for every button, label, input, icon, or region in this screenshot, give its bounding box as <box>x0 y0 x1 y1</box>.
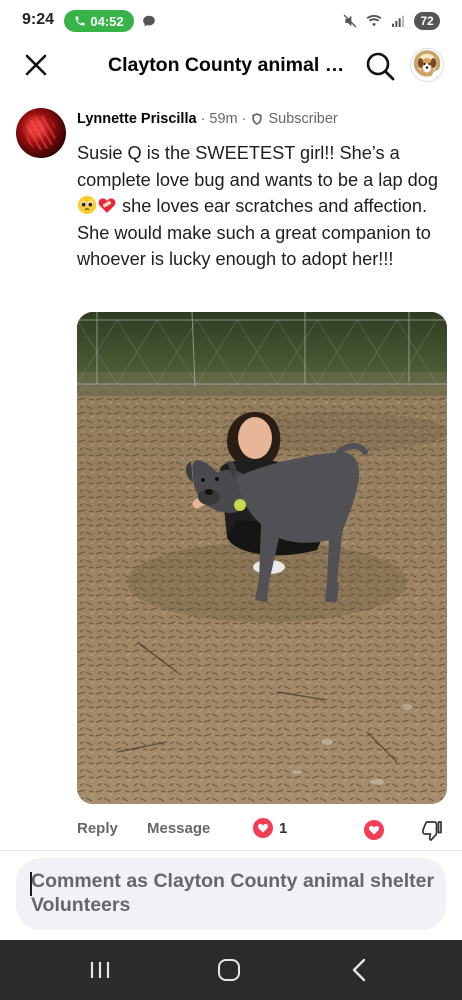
call-timer: 04:52 <box>90 13 124 29</box>
system-nav-bar <box>0 940 462 1000</box>
ongoing-call-pill[interactable]: 04:52 <box>64 10 134 32</box>
phone-icon <box>75 16 85 26</box>
love-reaction-icon <box>253 818 273 838</box>
heart-icon <box>368 825 380 835</box>
dog-photo-illustration <box>77 312 447 804</box>
reaction-summary[interactable]: 1 <box>253 818 287 838</box>
wifi-icon <box>366 15 382 27</box>
meta-separator: · <box>241 111 247 127</box>
status-bar: 9:24 04:52 72 <box>0 0 462 42</box>
commenter-avatar[interactable] <box>16 108 66 158</box>
divider <box>0 850 462 851</box>
comment-text-part-2: she loves ear scratches and affection. S… <box>77 196 431 269</box>
commenter-name[interactable]: Lynnette Priscilla <box>77 111 197 127</box>
comment-input-placeholder: Comment as Clayton County animal shelter… <box>31 870 435 916</box>
close-icon <box>25 54 47 76</box>
header: Clayton County animal shelter Volunteers… <box>0 42 462 90</box>
search-icon <box>366 52 395 81</box>
comment-photo[interactable] <box>77 312 447 804</box>
shield-icon <box>252 113 263 125</box>
mute-icon <box>343 14 357 28</box>
comment-text-part-1: Susie Q is the SWEETEST girl!! She’s a c… <box>77 143 438 190</box>
pleading-face-emoji <box>77 195 97 215</box>
love-button[interactable] <box>364 820 384 840</box>
status-icons: 72 <box>342 12 440 30</box>
back-icon[interactable] <box>350 958 368 982</box>
battery-indicator: 72 <box>414 12 440 30</box>
comment-actions: Reply Message 1 <box>77 818 447 842</box>
thumbs-down-icon[interactable] <box>420 818 444 842</box>
recent-apps-icon[interactable] <box>88 960 112 980</box>
message-button[interactable]: Message <box>147 820 210 837</box>
comment-input[interactable]: Comment as Clayton County animal shelter… <box>16 858 446 930</box>
close-button[interactable] <box>22 51 50 79</box>
chevron-down-icon: ⌄ <box>432 70 443 81</box>
reply-button[interactable]: Reply <box>77 820 118 837</box>
subscriber-badge: Subscriber <box>268 111 338 127</box>
page-title: Clayton County animal shelter Volunteers <box>108 54 353 76</box>
group-avatar[interactable]: ⌄ <box>410 48 444 82</box>
comment-time[interactable]: 59m <box>209 111 237 127</box>
meta-separator: · <box>200 111 206 127</box>
signal-icon <box>392 15 404 27</box>
search-button[interactable] <box>363 49 397 83</box>
reaction-count: 1 <box>279 819 288 837</box>
chat-bubble-icon <box>143 15 155 27</box>
home-icon[interactable] <box>218 959 240 981</box>
mending-heart-emoji <box>98 198 116 213</box>
status-time: 9:24 <box>22 11 55 28</box>
comment-meta: Lynnette Priscilla · 59m · Subscriber <box>77 111 338 127</box>
comment-text: Susie Q is the SWEETEST girl!! She’s a c… <box>77 140 449 273</box>
